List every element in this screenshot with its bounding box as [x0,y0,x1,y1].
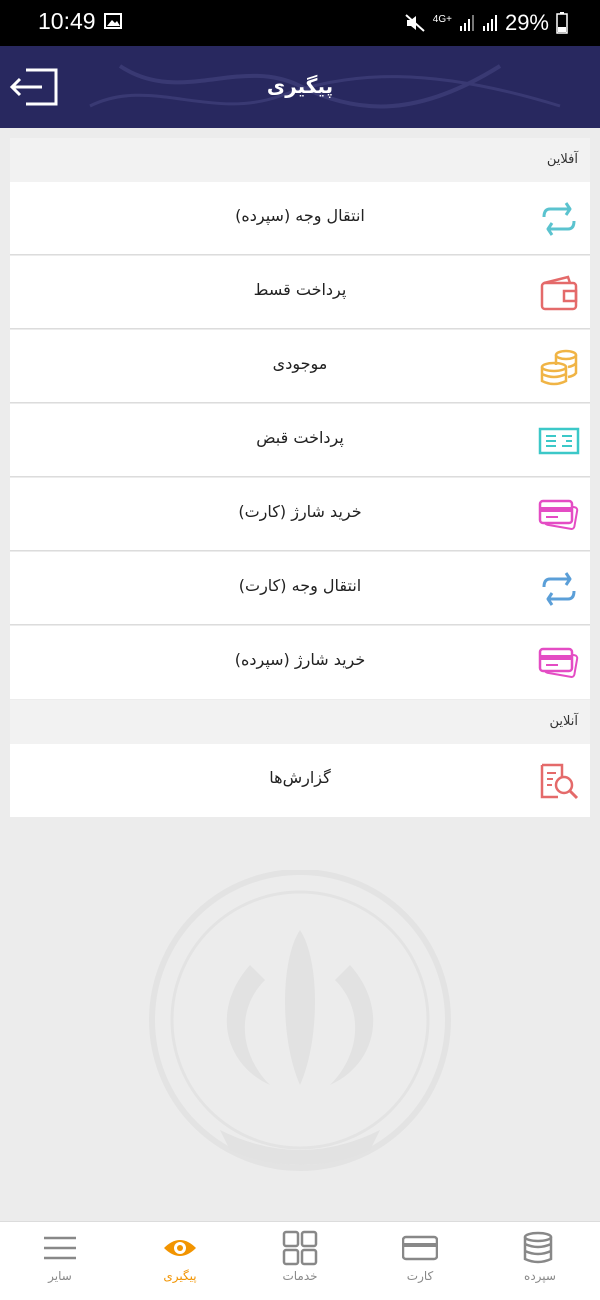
coins-icon [523,1231,553,1264]
signal-icon [459,15,474,31]
card-icon [402,1235,438,1261]
list-item-charge-deposit[interactable]: خرید شارژ (سپرده) [10,626,590,699]
wallet-icon [540,275,578,311]
nav-item-deposit[interactable]: سپرده [480,1222,600,1300]
coins-icon [540,349,578,386]
section-offline-label: آفلاین [546,152,578,167]
mute-icon [405,14,425,32]
gallery-notification-icon [104,13,122,29]
nav-item-other[interactable]: سایر [0,1222,120,1300]
status-bar: 10:49 4G+ 29% [0,0,600,46]
status-time: 10:49 [38,8,96,34]
transfer-icon [542,572,576,606]
page-title: پیگیری [266,74,334,98]
section-online-header: آنلاین [10,700,590,744]
nav-label-card: کارت [406,1269,434,1283]
battery-percent: 29% [504,10,549,35]
status-indicators: 4G+ 29% [404,10,568,36]
item-label: گزارش‌ها [269,768,331,787]
menu-icon [44,1236,76,1260]
list-item-bill-payment[interactable]: پرداخت قبض [10,404,590,477]
nav-label-tracking: پیگیری [163,1269,197,1283]
battery-icon [556,12,568,34]
report-search-icon [540,763,579,800]
app-header: پیگیری [0,46,600,128]
list-item-charge-card[interactable]: خرید شارژ (کارت) [10,478,590,551]
charge-card-icon [538,499,579,530]
nav-label-services: خدمات [282,1269,318,1283]
list-item-balance[interactable]: موجودی [10,330,590,403]
list-item-transfer-deposit[interactable]: انتقال وجه (سپرده) [10,182,590,255]
nav-item-services[interactable]: خدمات [240,1222,360,1300]
section-offline-header: آفلاین [10,138,590,182]
item-label: موجودی [272,354,328,373]
item-label: انتقال وجه (سپرده) [235,206,365,225]
signal-icon-2 [482,15,497,31]
list-item-reports[interactable]: گزارش‌ها [10,744,590,817]
nav-item-card[interactable]: کارت [360,1222,480,1300]
grid-icon [282,1230,318,1266]
item-label: خرید شارژ (کارت) [238,502,362,521]
nav-label-deposit: سپرده [524,1269,556,1283]
bank-emblem-watermark [149,870,451,1171]
charge-card-icon [538,647,579,678]
nav-label-other: سایر [48,1269,72,1283]
bill-icon [538,427,580,455]
section-online-label: آنلاین [549,714,578,729]
item-label: انتقال وجه (کارت) [238,576,362,595]
list-item-installment[interactable]: پرداخت قسط [10,256,590,329]
bottom-nav: سایر پیگیری خدمات کارت سپرده [0,1221,600,1300]
nav-item-tracking[interactable]: پیگیری [120,1222,240,1300]
item-label: پرداخت قسط [253,280,347,299]
item-label: پرداخت قبض [256,428,344,447]
eye-icon [164,1240,196,1256]
transfer-icon [542,202,576,236]
network-type: 4G+ [432,13,452,25]
list-item-transfer-card[interactable]: انتقال وجه (کارت) [10,552,590,625]
item-label: خرید شارژ (سپرده) [234,650,366,669]
